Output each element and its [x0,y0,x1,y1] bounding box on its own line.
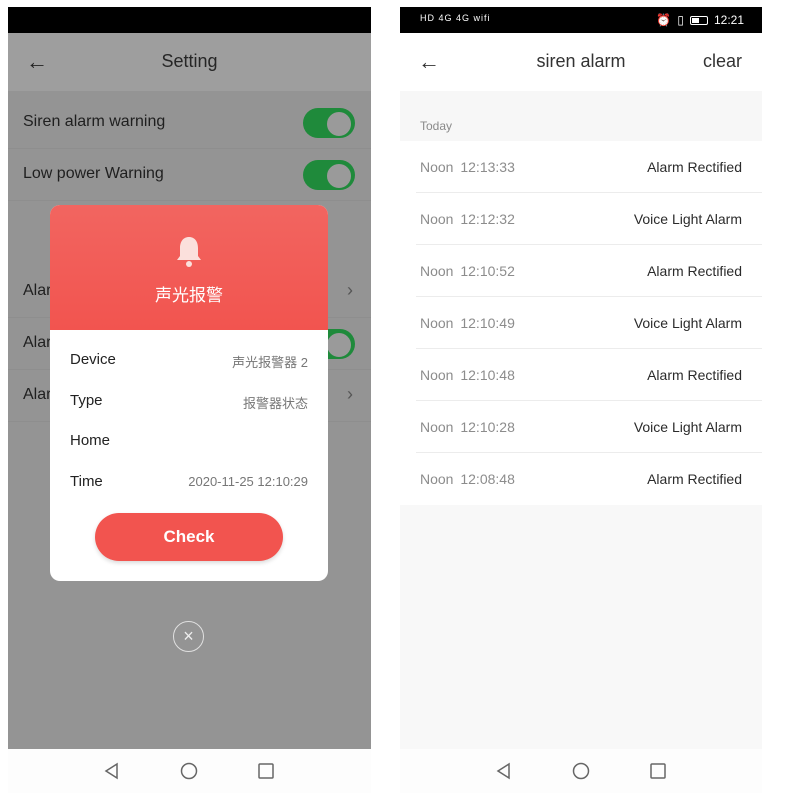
settings-screen: ← Setting Siren alarm warning Low power … [8,7,371,793]
log-time: Noon 12:08:48 [420,471,515,487]
list-item[interactable]: Noon 12:13:33 Alarm Rectified [416,141,762,193]
status-bar [8,7,371,33]
info-value: 2020-11-25 12:10:29 [188,474,308,489]
vibrate-icon: ▯ [677,13,684,27]
nav-back-icon[interactable] [102,761,122,781]
list-item[interactable]: Noon 12:12:32 Voice Light Alarm [416,193,762,245]
section-header: Today [400,91,762,141]
list-item[interactable]: Noon 12:10:48 Alarm Rectified [416,349,762,401]
log-event: Alarm Rectified [647,263,742,279]
info-row-time: Time 2020-11-25 12:10:29 [70,467,308,497]
log-event: Voice Light Alarm [633,315,742,331]
app-bar: ← siren alarm clear [400,33,762,91]
alarm-log-container: Today Noon 12:13:33 Alarm Rectified Noon 1… [400,91,762,751]
log-time: Noon 12:10:28 [420,419,515,435]
setting-siren-alarm-warning: Siren alarm warning [8,97,371,149]
log-event: Alarm Rectified [647,367,742,383]
info-key: Type [70,392,103,409]
check-button[interactable]: Check [95,513,283,561]
setting-label: Siren alarm warning [23,113,166,130]
alarm-clock-icon: ⏰ [656,13,672,27]
info-key: Time [70,473,103,490]
section-header-label: Today [420,119,453,133]
info-value: 声光报警器 2 [232,355,308,370]
list-item[interactable]: Noon 12:10:28 Voice Light Alarm [416,401,762,453]
log-time: Noon 12:13:33 [420,159,515,175]
low-power-toggle[interactable] [303,160,355,190]
info-value: 报警器状态 [242,396,308,411]
log-event: Voice Light Alarm [633,211,742,227]
log-event: Alarm Rectified [647,471,742,487]
alarm-dialog: 声光报警 Device 声光报警器 2 Type 报警器状态 Home Time… [50,205,328,581]
nav-back-icon[interactable] [494,761,514,781]
info-key: Home [70,432,111,449]
nav-bar [400,749,762,793]
close-icon[interactable]: × [173,621,204,652]
nav-bar [8,749,371,793]
clear-button[interactable]: clear [703,51,742,72]
setting-label: Low power Warning [23,165,164,182]
log-time: Noon 12:10:49 [420,315,515,331]
dialog-header: 声光报警 [50,205,328,330]
status-time: 12:21 [713,13,744,27]
info-row-device: Device 声光报警器 2 [70,345,308,375]
bell-icon [177,237,201,267]
setting-low-power-warning: Low power Warning [8,149,371,201]
nav-recents-icon[interactable] [648,761,668,781]
battery-icon [689,15,708,25]
status-right: ⏰ ▯ 12:21 [656,13,744,27]
status-bar: HD 4G 4G wifi ⏰ ▯ 12:21 [400,7,762,33]
log-time: Noon 12:10:52 [420,263,515,279]
siren-warning-toggle[interactable] [303,108,355,138]
app-bar: ← Setting [8,33,371,91]
log-event: Alarm Rectified [647,159,742,175]
info-row-home: Home [70,426,308,456]
log-time: Noon 12:10:48 [420,367,515,383]
log-time: Noon 12:12:32 [420,211,515,227]
info-key: Device [70,351,116,368]
page-title: Setting [161,51,218,71]
nav-home-icon[interactable] [179,761,199,781]
nav-recents-icon[interactable] [256,761,276,781]
dialog-title: 声光报警 [155,286,223,305]
signal-icons: HD 4G 4G wifi [420,13,491,23]
list-item[interactable]: Noon 12:10:52 Alarm Rectified [416,245,762,297]
log-event: Voice Light Alarm [633,419,742,435]
list-item[interactable]: Noon 12:08:48 Alarm Rectified [416,453,762,505]
nav-home-icon[interactable] [571,761,591,781]
alarm-log-list: Noon 12:13:33 Alarm Rectified Noon 12:12:3… [400,141,762,505]
list-item[interactable]: Noon 12:10:49 Voice Light Alarm [416,297,762,349]
chevron-right-icon: › [347,280,353,300]
info-row-type: Type 报警器状态 [70,386,308,416]
siren-alarm-log-screen: HD 4G 4G wifi ⏰ ▯ 12:21 ← siren alarm cl… [400,7,762,793]
chevron-right-icon: › [347,384,353,404]
